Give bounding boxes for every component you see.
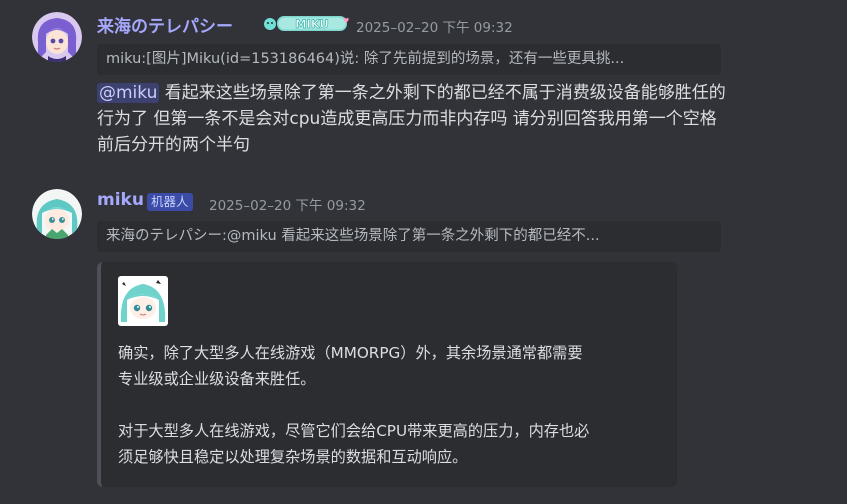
message-content: @miku 看起来这些场景除了第一条之外剩下的都已经不属于消费级设备能够胜任的 … bbox=[97, 80, 837, 158]
reply-preview[interactable]: 来海のテレパシー:@miku 看起来这些场景除了第一条之外剩下的都已经不... bbox=[97, 221, 721, 252]
bot-username[interactable]: miku bbox=[97, 190, 144, 210]
embed-thumbnail[interactable] bbox=[118, 276, 168, 326]
message-line-3: 前后分开的两个半句 bbox=[97, 135, 250, 155]
anime-avatar-purple-hair-icon bbox=[32, 12, 82, 62]
reply-preview[interactable]: miku:[图片]Miku(id=153186464)说: 除了先前提到的场景，… bbox=[97, 44, 721, 75]
message-line-1: @miku 看起来这些场景除了第一条之外剩下的都已经不属于消费级设备能够胜任的 bbox=[97, 80, 837, 106]
embed-para2-line1: 对于大型多人在线游戏，尽管它们会给CPU带来更高的压力，内存也必 bbox=[118, 422, 590, 440]
bot-embed: 确实，除了大型多人在线游戏（MMORPG）外，其余场景通常都需要 专业级或企业级… bbox=[97, 262, 677, 487]
embed-paragraph-1: 确实，除了大型多人在线游戏（MMORPG）外，其余场景通常都需要 专业级或企业级… bbox=[118, 340, 589, 392]
chat-view: { "messages": [ { "username": "来海のテレパシー"… bbox=[0, 0, 847, 504]
embed-description: 确实，除了大型多人在线游戏（MMORPG）外，其余场景通常都需要 专业级或企业级… bbox=[118, 340, 589, 470]
embed-para1-line1: 确实，除了大型多人在线游戏（MMORPG）外，其余场景通常都需要 bbox=[118, 344, 583, 362]
embed-paragraph-2: 对于大型多人在线游戏，尽管它们会给CPU带来更高的压力，内存也必 须足够快且稳定… bbox=[118, 418, 589, 470]
mention[interactable]: @miku bbox=[97, 83, 160, 103]
svg-text:MIKU: MIKU bbox=[295, 17, 329, 31]
embed-para2-line2: 须足够快且稳定以处理复杂场景的数据和互动响应。 bbox=[118, 448, 468, 466]
timestamp: 2025–02–20 下午 09:32 bbox=[209, 198, 366, 214]
message-line-1-text: 看起来这些场景除了第一条之外剩下的都已经不属于消费级设备能够胜任的 bbox=[159, 83, 726, 103]
miku-avatar-icon bbox=[32, 189, 82, 239]
user-avatar[interactable] bbox=[32, 12, 82, 62]
timestamp: 2025–02–20 下午 09:32 bbox=[356, 20, 513, 36]
message-line-2: 行为了 但第一条不是会对cpu造成更高压力而非内存吗 请分别回答我用第一个空格 bbox=[97, 109, 717, 129]
miku-badge: MIKU ♥ bbox=[263, 14, 349, 33]
embed-para1-line2: 专业级或企业级设备来胜任。 bbox=[118, 370, 316, 388]
svg-text:♥: ♥ bbox=[343, 17, 349, 25]
bot-avatar[interactable] bbox=[32, 189, 82, 239]
miku-thumbnail-icon bbox=[118, 276, 168, 326]
miku-badge-icon: MIKU ♥ bbox=[264, 16, 349, 31]
username[interactable]: 来海のテレパシー bbox=[97, 12, 233, 37]
bot-tag: 机器人 bbox=[147, 193, 193, 211]
